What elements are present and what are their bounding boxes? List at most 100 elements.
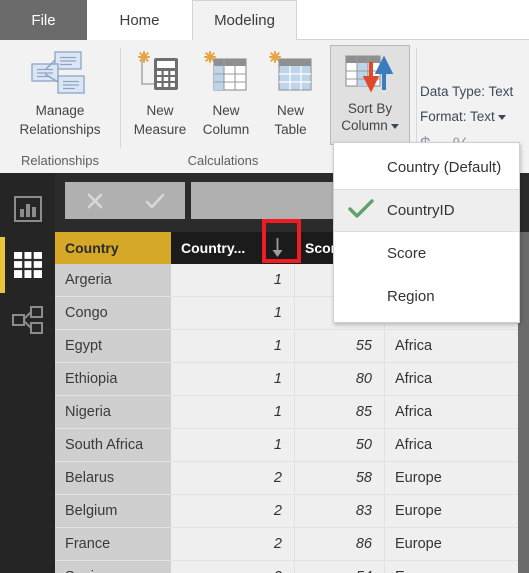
sidebar-item-model-view[interactable] [0, 293, 55, 349]
formula-bar-buttons [65, 182, 185, 219]
tab-file[interactable]: File [0, 0, 87, 40]
ribbon-group-relationships-label: Relationships [20, 153, 100, 168]
new-measure-label-line1: New [146, 103, 174, 118]
new-measure-icon [134, 46, 186, 100]
menu-item-country-default[interactable]: Country (Default) [334, 146, 519, 189]
checkmark-icon[interactable] [144, 191, 166, 211]
cell-country[interactable]: South Africa [55, 429, 171, 462]
sort-by-column-label-line2: Column [341, 117, 399, 134]
cell-country[interactable]: Belarus [55, 462, 171, 495]
table-row[interactable]: South Africa 1 50 Africa [55, 429, 518, 462]
cell-country[interactable]: Belgium [55, 495, 171, 528]
sort-by-column-icon [342, 46, 398, 100]
tab-home-label: Home [119, 11, 160, 29]
sidebar-item-report-view[interactable] [0, 181, 55, 237]
menu-item-countryid-label: CountryID [387, 202, 455, 219]
cell-score[interactable]: 85 [295, 396, 385, 429]
cell-score[interactable]: 86 [295, 528, 385, 561]
cell-countryid[interactable]: 1 [171, 264, 295, 297]
table-grid-icon [13, 252, 42, 278]
cell-score[interactable]: 83 [295, 495, 385, 528]
cell-score[interactable]: 54 [295, 561, 385, 573]
cell-region[interactable]: Africa [385, 429, 518, 462]
power-bi-window: File Home Modeling Manage Relationships … [0, 0, 529, 573]
cell-countryid[interactable]: 2 [171, 495, 295, 528]
format-label: Format: Text [420, 109, 495, 124]
cell-countryid[interactable]: 1 [171, 297, 295, 330]
cell-countryid[interactable]: 1 [171, 396, 295, 429]
cell-countryid[interactable]: 1 [171, 330, 295, 363]
new-column-label-line2: Column [202, 122, 250, 137]
new-table-label-line1: New [276, 103, 304, 118]
new-table-label-line2: Table [274, 122, 307, 137]
cell-region[interactable]: Europe [385, 495, 518, 528]
ribbon-group-relationships: Manage Relationships Relationships [0, 40, 120, 172]
cell-region[interactable]: Africa [385, 363, 518, 396]
tab-home[interactable]: Home [87, 0, 192, 40]
table-row[interactable]: Egypt 1 55 Africa [55, 330, 518, 363]
cell-region[interactable]: Europe [385, 462, 518, 495]
menu-item-score[interactable]: Score [334, 232, 519, 275]
cell-country[interactable]: France [55, 528, 171, 561]
cell-countryid[interactable]: 1 [171, 429, 295, 462]
cell-countryid[interactable]: 1 [171, 363, 295, 396]
cell-country[interactable]: Spain [55, 561, 171, 573]
cell-region[interactable]: Africa [385, 330, 518, 363]
cell-region[interactable]: Europe [385, 561, 518, 573]
cell-countryid[interactable]: 2 [171, 561, 295, 573]
cell-countryid[interactable]: 2 [171, 528, 295, 561]
new-table-icon [266, 46, 316, 100]
column-header-country[interactable]: Country [55, 232, 171, 264]
table-row[interactable]: Ethiopia 1 80 Africa [55, 363, 518, 396]
cell-country[interactable]: Ethiopia [55, 363, 171, 396]
manage-relationships-label-line2: Relationships [19, 122, 101, 137]
checkmark-icon [348, 198, 374, 224]
cell-country[interactable]: Nigeria [55, 396, 171, 429]
sort-by-column-button[interactable]: Sort By Column [330, 45, 410, 145]
format-row[interactable]: Format: Text [420, 109, 529, 124]
cell-score[interactable]: 55 [295, 330, 385, 363]
tab-modeling[interactable]: Modeling [192, 0, 297, 40]
table-row[interactable]: France 2 86 Europe [55, 528, 518, 561]
bar-chart-icon [13, 196, 42, 222]
manage-relationships-label-line1: Manage [35, 103, 85, 118]
menu-item-countryid[interactable]: CountryID [334, 189, 519, 232]
new-column-label-line1: New [212, 103, 240, 118]
sort-by-column-label-line1: Sort By [347, 101, 393, 116]
cell-score[interactable]: 80 [295, 363, 385, 396]
cell-country[interactable]: Egypt [55, 330, 171, 363]
ribbon-tab-strip: File Home Modeling [0, 0, 529, 40]
cell-country[interactable]: Argeria [55, 264, 171, 297]
table-row[interactable]: Belarus 2 58 Europe [55, 462, 518, 495]
table-row[interactable]: Belgium 2 83 Europe [55, 495, 518, 528]
sort-by-column-label-text: Column [341, 118, 388, 133]
column-header-countryid[interactable]: Country... [171, 232, 260, 264]
close-x-icon[interactable] [85, 191, 105, 211]
manage-relationships-button[interactable]: Manage Relationships [14, 46, 106, 138]
data-type-label[interactable]: Data Type: Text [420, 84, 529, 99]
new-measure-button[interactable]: New Measure [129, 46, 191, 138]
menu-item-country-default-label: Country (Default) [387, 159, 502, 176]
cell-score[interactable]: 50 [295, 429, 385, 462]
manage-relationships-icon [31, 46, 89, 100]
descending-arrow-icon[interactable] [260, 232, 295, 264]
cell-country[interactable]: Congo [55, 297, 171, 330]
new-column-button[interactable]: New Column [196, 46, 256, 138]
cell-region[interactable]: Europe [385, 528, 518, 561]
sidebar-item-data-view[interactable] [0, 237, 55, 293]
table-row[interactable]: Spain254Europe [55, 561, 518, 573]
new-table-button[interactable]: New Table [263, 46, 318, 138]
cell-region[interactable]: Africa [385, 396, 518, 429]
cell-score[interactable]: 58 [295, 462, 385, 495]
ribbon-group-calculations: New Measure New Column New Table Calcula… [121, 40, 325, 172]
table-row[interactable]: Nigeria 1 85 Africa [55, 396, 518, 429]
menu-item-score-label: Score [387, 245, 427, 262]
relationship-diagram-icon [11, 306, 43, 334]
menu-item-region[interactable]: Region [334, 275, 519, 318]
view-switcher-rail [0, 173, 55, 573]
cell-countryid[interactable]: 2 [171, 462, 295, 495]
tab-modeling-label: Modeling [214, 12, 275, 29]
tab-file-label: File [31, 11, 56, 29]
menu-item-region-label: Region [387, 288, 435, 305]
column-header-country-label: Country [65, 240, 119, 256]
